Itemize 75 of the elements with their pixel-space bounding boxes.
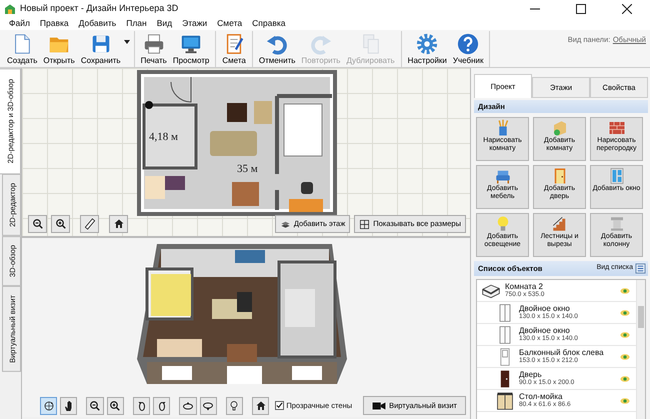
tilt-down-icon	[202, 400, 214, 412]
object-name: Двойное окно	[519, 304, 571, 313]
light-bulb-button[interactable]	[226, 396, 244, 414]
toolbar-button[interactable]: Печать	[138, 30, 170, 66]
printer-icon	[142, 32, 165, 54]
checkmark-icon	[276, 402, 284, 409]
list-view-icon[interactable]	[635, 263, 646, 274]
eye-icon[interactable]	[620, 374, 630, 382]
window-icon	[608, 167, 626, 185]
eye-icon[interactable]	[620, 396, 630, 404]
zoom-out-button[interactable]	[28, 215, 47, 233]
toolbar-button[interactable]: Открыть	[40, 30, 78, 66]
zoom-in-button[interactable]	[51, 215, 70, 233]
brick-wall-icon	[608, 119, 626, 137]
room-area-label: 4,18 м	[149, 131, 178, 143]
zoom-out-button[interactable]	[86, 396, 104, 414]
menu-item[interactable]: Смета	[212, 17, 248, 30]
app-logo-icon	[4, 2, 16, 14]
toolbar-button[interactable]: Отменить	[256, 30, 298, 66]
object-name: Дверь	[519, 370, 543, 379]
object-name: Комната 2	[505, 282, 544, 291]
checkbox[interactable]	[275, 401, 284, 410]
video-camera-icon	[372, 400, 386, 410]
grid-icon	[359, 218, 370, 230]
menu-item[interactable]: План	[121, 17, 152, 30]
zoom-in-icon	[54, 218, 66, 230]
eye-icon[interactable]	[620, 286, 630, 294]
menu-item[interactable]: Файл	[4, 17, 35, 30]
caret-icon	[124, 40, 130, 44]
menu-item[interactable]: Этажи	[177, 17, 212, 30]
object-name: Балконный блок слева	[519, 348, 605, 357]
menu-item[interactable]: Справка	[247, 17, 290, 30]
scrollbar[interactable]	[636, 280, 645, 419]
ruler-icon	[84, 218, 96, 230]
close-icon[interactable]	[622, 4, 632, 14]
cabinet-icon	[495, 390, 515, 410]
maximize-icon[interactable]	[576, 4, 586, 14]
rotate-icon	[42, 400, 55, 412]
toolbar-button[interactable]: Сохранить	[78, 30, 131, 66]
help-icon	[457, 32, 480, 54]
tilt-down-button[interactable]	[200, 396, 217, 414]
home-icon	[112, 218, 124, 230]
turn-right-button[interactable]	[153, 396, 170, 414]
window-title: Новый проект - Дизайн Интерьера 3D	[20, 2, 180, 15]
turn-left-button[interactable]	[132, 396, 150, 414]
home-button[interactable]	[252, 396, 270, 414]
settings-icon	[416, 32, 438, 54]
menu-item[interactable]: Правка	[34, 17, 74, 30]
hand-button[interactable]	[60, 396, 78, 414]
stairs-icon	[550, 215, 568, 233]
toolbar-button[interactable]: Смета	[219, 30, 249, 66]
menu-item[interactable]: Вид	[152, 17, 178, 30]
toolbar-button[interactable]: Просмотр	[170, 30, 212, 66]
zoom-in-icon	[109, 400, 122, 412]
home-icon	[254, 400, 267, 412]
zoom-in-button[interactable]	[106, 396, 124, 414]
toolbar-button[interactable]: Настройки	[404, 30, 450, 66]
menu-item[interactable]: Добавить	[74, 17, 122, 30]
toolbar-button[interactable]: Учебник	[450, 30, 486, 66]
room-area-label: 35 м	[237, 163, 258, 175]
zoom-out-icon	[89, 400, 102, 412]
turn-left-icon	[136, 400, 148, 412]
object-name: Стол-мойка	[519, 392, 564, 401]
home-button[interactable]	[109, 215, 128, 233]
eye-icon[interactable]	[620, 352, 630, 360]
zoom-out-icon	[32, 218, 44, 230]
eye-icon[interactable]	[620, 308, 630, 316]
toolbar-button[interactable]: Создать	[4, 30, 40, 66]
eye-icon[interactable]	[620, 330, 630, 338]
tilt-up-icon	[182, 400, 194, 412]
light-bulb-icon	[228, 400, 240, 412]
object-name: Двойное окно	[519, 326, 571, 335]
ruler-button[interactable]	[80, 215, 99, 233]
rotate-button[interactable]	[40, 396, 58, 414]
tilt-up-button[interactable]	[179, 396, 197, 414]
